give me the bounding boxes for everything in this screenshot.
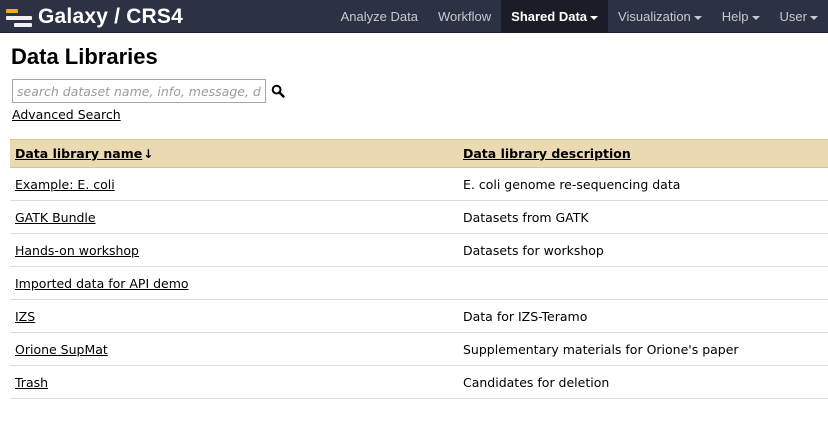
library-description: Data for IZS-Teramo [458,299,828,333]
table-row: Hands-on workshop Datasets for workshop [10,233,828,267]
nav-tab-label: Visualization [618,9,691,24]
nav-tab-shared-data[interactable]: Shared Data [501,0,609,33]
column-header-name[interactable]: Data library name↓ [10,139,458,168]
page-title: Data Libraries [11,44,158,69]
library-name-link[interactable]: IZS [15,309,35,324]
masthead: Galaxy / CRS4 Analyze Data Workflow Shar… [0,0,828,33]
library-name-link[interactable]: Hands-on workshop [15,243,139,258]
table-row: Imported data for API demo [10,266,828,300]
library-name-link[interactable]: GATK Bundle [15,210,96,225]
nav-tab-analyze-data[interactable]: Analyze Data [331,0,428,33]
caret-down-icon [751,15,760,20]
library-description: Supplementary materials for Orione's pap… [458,332,828,366]
top-nav: Analyze Data Workflow Shared Data Visual… [331,0,828,33]
library-name-link[interactable]: Example: E. coli [15,177,115,192]
library-description: Candidates for deletion [458,365,828,399]
nav-tab-help[interactable]: Help [712,0,770,33]
data-libraries-table: Data library name↓ Data library descript… [10,139,828,399]
nav-tab-label: Workflow [437,9,492,24]
brand-title[interactable]: Galaxy / CRS4 [38,5,183,29]
table-row: IZS Data for IZS-Teramo [10,299,828,333]
advanced-search-link[interactable]: Advanced Search [12,107,121,122]
nav-tab-label: Help [721,9,749,24]
nav-tab-label: Analyze Data [340,9,418,24]
galaxy-logo-icon [6,6,32,28]
library-name-link[interactable]: Imported data for API demo [15,276,189,291]
nav-tab-visualization[interactable]: Visualization [608,0,712,33]
brand[interactable]: Galaxy / CRS4 [6,0,183,33]
column-header-description[interactable]: Data library description [458,139,828,168]
column-header-name-label[interactable]: Data library name [15,146,142,161]
nav-tab-label: Shared Data [511,9,588,24]
table-row: GATK Bundle Datasets from GATK [10,200,828,234]
nav-tab-label: User [779,9,807,24]
caret-down-icon [590,15,599,20]
table-row: Example: E. coli E. coli genome re-seque… [10,167,828,201]
library-description: E. coli genome re-sequencing data [458,167,828,201]
library-description [458,266,828,300]
library-name-link[interactable]: Trash [15,375,48,390]
caret-down-icon [693,15,702,20]
library-description: Datasets for workshop [458,233,828,267]
column-header-description-label[interactable]: Data library description [463,146,631,161]
nav-tab-user[interactable]: User [770,0,828,33]
search-input[interactable] [12,79,266,103]
search-icon[interactable] [271,84,285,98]
library-description: Datasets from GATK [458,200,828,234]
table-header-row: Data library name↓ Data library descript… [10,139,828,168]
nav-tab-workflow[interactable]: Workflow [428,0,501,33]
table-row: Trash Candidates for deletion [10,365,828,399]
library-name-link[interactable]: Orione SupMat [15,342,108,357]
sort-down-icon: ↓ [143,147,154,161]
table-row: Orione SupMat Supplementary materials fo… [10,332,828,366]
search-bar [12,79,285,103]
caret-down-icon [810,15,818,20]
